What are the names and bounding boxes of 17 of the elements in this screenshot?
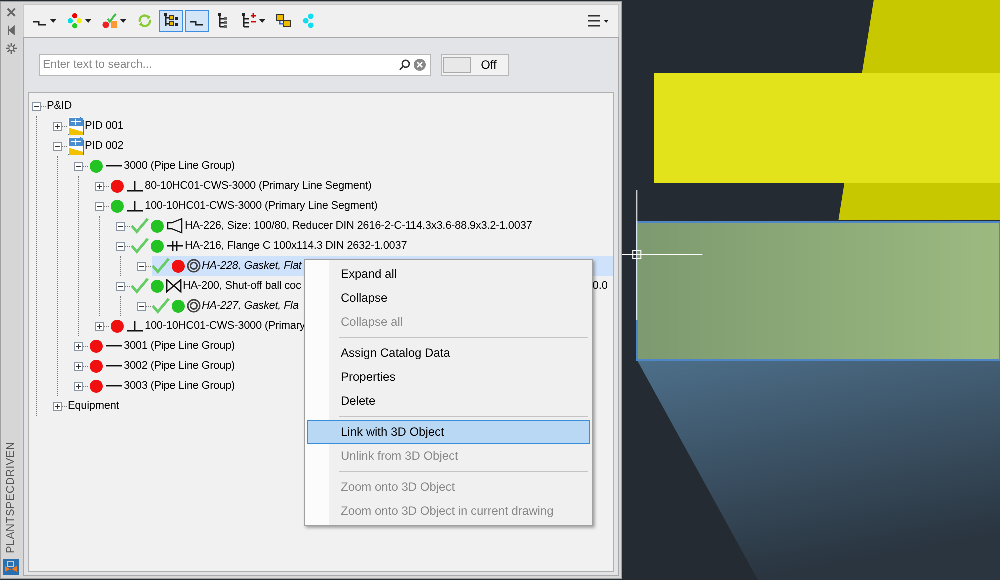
item-label: 3003 (Pipe Line Group) [124,380,236,392]
item-label: 3000 (Pipe Line Group) [124,160,236,172]
item-label: HA-226, Size: 100/80, Reducer DIN 2616-2-C-114.3x3.6-88.9x3.2-1.0037 [185,220,532,232]
item-label: PID 001 [85,120,124,132]
item-label: 80-10HC01-CWS-3000 (Primary Line Segment) [145,180,372,192]
item-label: P&ID [47,100,72,112]
item-label: HA-200, Shut-off ball coc [183,280,302,292]
item-label: 0.0 [592,280,608,292]
item-label: HA-216, Flange C 100x114.3 DIN 2632-1.0037 [185,240,408,252]
item-label: 100-10HC01-CWS-3000 (Primary Line Segment) [145,200,378,212]
item-label: HA-228, Gasket, Flat [202,260,302,272]
palette-title: PLANTSPECDRIVEN [5,442,17,553]
item-label: PID 002 [85,140,124,152]
item-label: 3002 (Pipe Line Group) [124,360,236,372]
item-label: 100-10HC01-CWS-3000 (Primary [145,320,306,332]
item-label: 3001 (Pipe Line Group) [124,340,236,352]
item-label: HA-227, Gasket, Fla [202,300,299,312]
